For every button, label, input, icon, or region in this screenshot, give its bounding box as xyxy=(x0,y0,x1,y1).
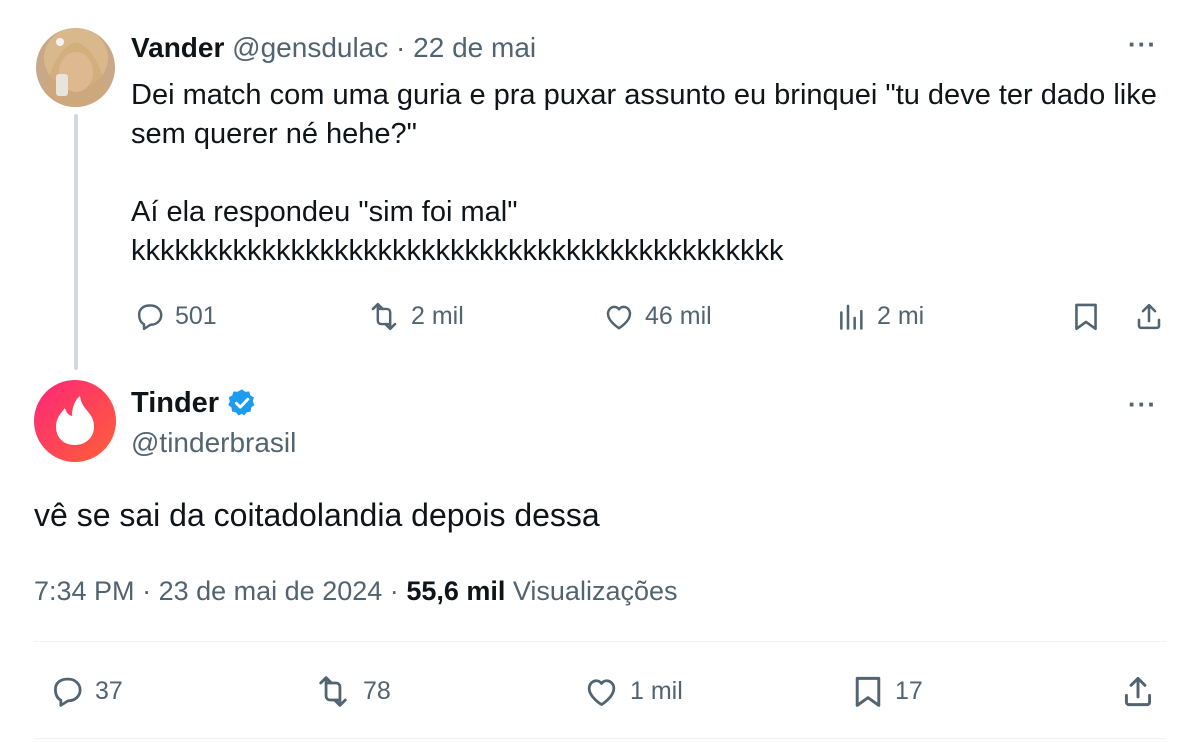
bookmark-button[interactable]: 17 xyxy=(850,673,923,710)
reply-count: 501 xyxy=(175,302,217,330)
main-author-row: Tinder xyxy=(131,385,258,421)
like-count: 46 mil xyxy=(645,302,712,330)
author-handle[interactable]: @gensdulac xyxy=(232,32,388,63)
analytics-icon xyxy=(836,300,868,333)
reply-button[interactable]: 501 xyxy=(133,300,217,333)
like-count: 1 mil xyxy=(630,677,683,705)
more-horizontal-icon[interactable]: ··· xyxy=(1128,31,1157,57)
author-handle[interactable]: @tinderbrasil xyxy=(131,425,296,461)
more-horizontal-icon[interactable]: ··· xyxy=(1128,391,1157,417)
retweet-icon xyxy=(366,300,402,333)
share-button[interactable] xyxy=(1119,673,1157,710)
divider xyxy=(34,641,1166,642)
tinder-flame-icon xyxy=(56,396,94,445)
views-count: 2 mi xyxy=(877,302,925,330)
tweet-time[interactable]: 7:34 PM xyxy=(34,576,135,606)
reply-icon xyxy=(48,673,86,710)
tweet-metadata: 7:34 PM · 23 de mai de 2024 · 55,6 mil V… xyxy=(34,573,678,609)
parent-tweet-text: Dei match com uma guria e pra puxar assu… xyxy=(131,79,1157,267)
meta-separator: · xyxy=(142,576,152,606)
views-total: 55,6 mil xyxy=(406,576,506,606)
reply-button[interactable]: 37 xyxy=(48,673,123,710)
views-label: Visualizações xyxy=(512,576,678,606)
share-icon xyxy=(1119,673,1157,710)
views-button[interactable]: 2 mi xyxy=(836,300,924,333)
retweet-icon xyxy=(312,673,354,710)
verified-badge-icon[interactable] xyxy=(226,387,258,419)
reply-count: 37 xyxy=(95,677,123,705)
like-button[interactable]: 1 mil xyxy=(582,673,683,710)
heart-icon xyxy=(602,300,636,333)
meta-separator: · xyxy=(389,576,399,606)
tweet-date[interactable]: 22 de mai xyxy=(413,32,536,63)
share-icon xyxy=(1133,300,1165,333)
bookmark-button[interactable] xyxy=(1071,300,1101,333)
share-button[interactable] xyxy=(1133,300,1165,333)
parent-tweet-header: Vander @gensdulac · 22 de mai xyxy=(131,31,536,65)
reply-icon xyxy=(133,300,166,333)
author-name[interactable]: Vander xyxy=(131,32,224,63)
retweet-count: 2 mil xyxy=(411,302,464,330)
retweet-button[interactable]: 2 mil xyxy=(366,300,464,333)
bookmark-count: 17 xyxy=(895,677,923,705)
author-name[interactable]: Tinder xyxy=(131,385,219,421)
thread-connector-line xyxy=(74,114,78,370)
heart-icon xyxy=(582,673,621,710)
divider xyxy=(34,738,1166,739)
header-separator: · xyxy=(396,32,406,63)
retweet-count: 78 xyxy=(363,677,391,705)
like-button[interactable]: 46 mil xyxy=(602,300,712,333)
bookmark-icon xyxy=(1071,300,1101,333)
avatar-tinder[interactable] xyxy=(34,380,116,462)
retweet-button[interactable]: 78 xyxy=(312,673,391,710)
main-tweet-text: vê se sai da coitadolandia depois dessa xyxy=(34,497,600,533)
bookmark-icon xyxy=(850,673,886,710)
tweet-date[interactable]: 23 de mai de 2024 xyxy=(159,576,383,606)
avatar-vander[interactable] xyxy=(36,28,115,107)
